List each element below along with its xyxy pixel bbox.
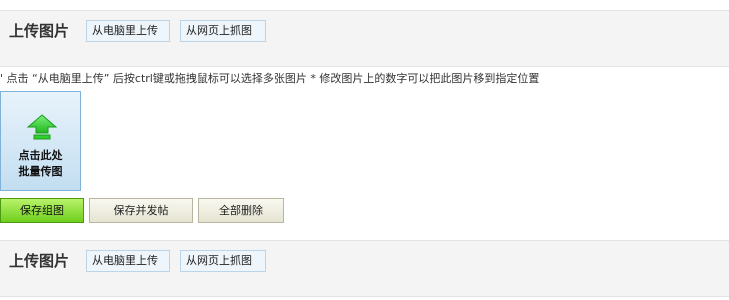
panel-title: 上传图片 [9, 252, 70, 270]
upload-hint-text: ' 点击 “从电脑里上传” 后按ctrl键或拖拽鼠标可以选择多张图片 * 修改图… [0, 72, 540, 85]
upload-from-web-button[interactable]: 从网页上抓图 [180, 250, 266, 272]
batch-upload-label-line2: 批量传图 [18, 165, 63, 178]
batch-upload-label-line1: 点击此处 [18, 149, 63, 162]
upload-panel-header-top: 上传图片 从电脑里上传 从网页上抓图 [0, 10, 729, 67]
upload-from-computer-button[interactable]: 从电脑里上传 [86, 20, 170, 42]
upload-from-computer-button[interactable]: 从电脑里上传 [86, 250, 170, 272]
upload-panel-header-bottom: 上传图片 从电脑里上传 从网页上抓图 [0, 240, 729, 297]
panel-title: 上传图片 [9, 22, 70, 40]
upload-arrow-icon [27, 114, 57, 140]
upload-from-web-button[interactable]: 从网页上抓图 [180, 20, 266, 42]
delete-all-button[interactable]: 全部删除 [198, 198, 284, 223]
batch-upload-button[interactable]: 点击此处 批量传图 [0, 91, 81, 191]
save-and-post-button[interactable]: 保存并发帖 [89, 198, 193, 223]
save-group-button[interactable]: 保存组图 [0, 198, 84, 223]
